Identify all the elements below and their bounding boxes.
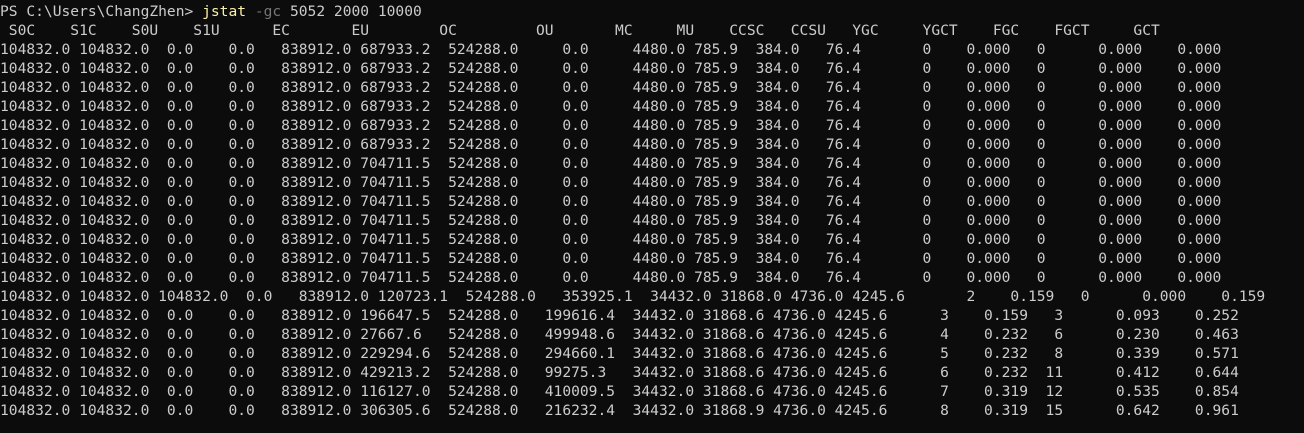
output-row: 104832.0 104832.0 0.0 0.0 838912.0 70471… bbox=[0, 250, 1222, 267]
command-args: 5052 2000 10000 bbox=[281, 3, 422, 20]
command-flag: -gc bbox=[254, 3, 282, 20]
output-row: 104832.0 104832.0 0.0 0.0 838912.0 70471… bbox=[0, 231, 1222, 248]
output-row: 104832.0 104832.0 0.0 0.0 838912.0 68793… bbox=[0, 79, 1222, 96]
output-row: 104832.0 104832.0 0.0 0.0 838912.0 22929… bbox=[0, 345, 1239, 362]
output-row: 104832.0 104832.0 0.0 0.0 838912.0 70471… bbox=[0, 212, 1222, 229]
terminal-window[interactable]: PS C:\Users\ChangZhen> jstat -gc 5052 20… bbox=[0, 2, 1304, 433]
output-header: S0C S1C S0U S1U EC EU OC OU MC MU CCSC C… bbox=[0, 22, 1160, 39]
command-name: jstat bbox=[202, 3, 247, 20]
output-row: 104832.0 104832.0 0.0 0.0 838912.0 30630… bbox=[0, 402, 1239, 419]
output-row: 104832.0 104832.0 0.0 0.0 838912.0 11612… bbox=[0, 383, 1239, 400]
output-row: 104832.0 104832.0 0.0 0.0 838912.0 70471… bbox=[0, 193, 1222, 210]
output-row: 104832.0 104832.0 0.0 0.0 838912.0 70471… bbox=[0, 155, 1222, 172]
output-row: 104832.0 104832.0 0.0 0.0 838912.0 68793… bbox=[0, 60, 1222, 77]
output-row: 104832.0 104832.0 0.0 0.0 838912.0 68793… bbox=[0, 117, 1222, 134]
output-row: 104832.0 104832.0 0.0 0.0 838912.0 19664… bbox=[0, 307, 1239, 324]
output-row: 104832.0 104832.0 104832.0 0.0 838912.0 … bbox=[0, 288, 1266, 305]
output-row: 104832.0 104832.0 0.0 0.0 838912.0 70471… bbox=[0, 269, 1222, 286]
command-line: PS C:\Users\ChangZhen> jstat -gc 5052 20… bbox=[0, 2, 1304, 21]
output-row: 104832.0 104832.0 0.0 0.0 838912.0 42921… bbox=[0, 364, 1239, 381]
output-row: 104832.0 104832.0 0.0 0.0 838912.0 70471… bbox=[0, 174, 1222, 191]
output-row: 104832.0 104832.0 0.0 0.0 838912.0 68793… bbox=[0, 136, 1222, 153]
shell-prompt: PS C:\Users\ChangZhen> bbox=[0, 3, 203, 20]
output-row: 104832.0 104832.0 0.0 0.0 838912.0 68793… bbox=[0, 41, 1222, 58]
output-row: 104832.0 104832.0 0.0 0.0 838912.0 68793… bbox=[0, 98, 1222, 115]
output-row: 104832.0 104832.0 0.0 0.0 838912.0 27667… bbox=[0, 326, 1239, 343]
